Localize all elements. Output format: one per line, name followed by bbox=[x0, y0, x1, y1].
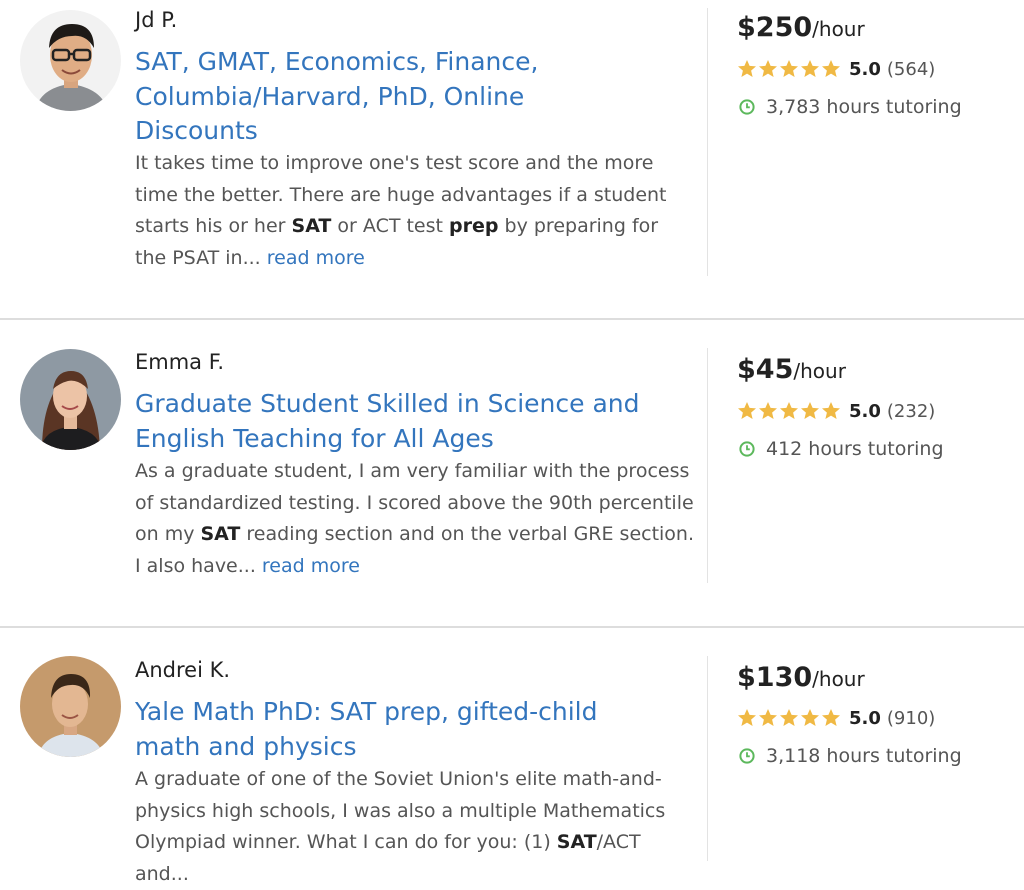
hours-text: 3,118 hours tutoring bbox=[766, 745, 962, 767]
tutoring-hours: 412 hours tutoring bbox=[739, 438, 944, 460]
column-divider bbox=[707, 348, 708, 583]
tutor-price: $45/hour bbox=[737, 354, 846, 385]
star-icon bbox=[738, 60, 756, 77]
read-more-link[interactable]: read more bbox=[262, 555, 360, 577]
star-icon bbox=[738, 402, 756, 419]
rating-score: 5.0 bbox=[849, 58, 881, 80]
star-icon bbox=[759, 402, 777, 419]
tutor-title-line[interactable]: math and physics bbox=[135, 732, 357, 761]
hours-text: 3,783 hours tutoring bbox=[766, 96, 962, 118]
tutor-title[interactable]: Graduate Student Skilled in Science and … bbox=[135, 387, 695, 456]
description-keyword: SAT bbox=[200, 523, 241, 546]
tutor-title[interactable]: Yale Math PhD: SAT prep, gifted-child ma… bbox=[135, 695, 695, 764]
description-keyword: SAT bbox=[556, 831, 597, 854]
read-more-link[interactable]: read more bbox=[267, 247, 365, 269]
star-icon bbox=[801, 709, 819, 726]
clock-icon bbox=[739, 441, 755, 457]
rating-score: 5.0 bbox=[849, 707, 881, 729]
star-icon bbox=[822, 402, 840, 419]
star-icon bbox=[780, 60, 798, 77]
star-rating bbox=[737, 708, 841, 728]
review-count: (232) bbox=[886, 400, 936, 422]
star-icon bbox=[822, 709, 840, 726]
price-amount: $45 bbox=[737, 354, 794, 385]
star-icon bbox=[801, 402, 819, 419]
tutor-rating: 5.0 (910) bbox=[737, 706, 935, 730]
description-keyword: prep bbox=[449, 215, 499, 238]
tutor-name[interactable]: Andrei K. bbox=[135, 658, 230, 682]
tutor-name[interactable]: Jd P. bbox=[135, 8, 177, 32]
tutor-description: As a graduate student, I am very familia… bbox=[135, 456, 695, 582]
star-rating bbox=[737, 401, 841, 421]
price-amount: $250 bbox=[737, 12, 813, 43]
hours-text: 412 hours tutoring bbox=[766, 438, 944, 460]
star-icon bbox=[801, 60, 819, 77]
price-unit: /hour bbox=[812, 17, 865, 41]
tutor-card: Andrei K. Yale Math PhD: SAT prep, gifte… bbox=[0, 628, 1024, 885]
clock-icon bbox=[739, 748, 755, 764]
review-count: (564) bbox=[886, 58, 936, 80]
tutor-name[interactable]: Emma F. bbox=[135, 350, 224, 374]
price-unit: /hour bbox=[812, 667, 865, 691]
tutor-avatar[interactable] bbox=[20, 10, 121, 111]
tutor-description: A graduate of one of the Soviet Union's … bbox=[135, 764, 695, 890]
column-divider bbox=[707, 8, 708, 276]
price-amount: $130 bbox=[737, 662, 813, 693]
tutor-title[interactable]: SAT, GMAT, Economics, Finance, Columbia/… bbox=[135, 45, 695, 149]
review-count: (910) bbox=[886, 707, 936, 729]
rating-score: 5.0 bbox=[849, 400, 881, 422]
tutor-rating: 5.0 (564) bbox=[737, 57, 935, 81]
tutor-card: Jd P. SAT, GMAT, Economics, Finance, Col… bbox=[0, 0, 1024, 318]
star-icon bbox=[759, 60, 777, 77]
price-unit: /hour bbox=[793, 359, 846, 383]
tutor-description: It takes time to improve one's test scor… bbox=[135, 148, 695, 274]
tutor-title-line[interactable]: Graduate Student Skilled in Science and bbox=[135, 389, 640, 418]
tutor-price: $250/hour bbox=[737, 12, 865, 43]
star-icon bbox=[759, 709, 777, 726]
tutoring-hours: 3,118 hours tutoring bbox=[739, 745, 962, 767]
tutor-title-line[interactable]: Yale Math PhD: SAT prep, gifted-child bbox=[135, 697, 598, 726]
star-rating bbox=[737, 59, 841, 79]
tutor-title-line[interactable]: Discounts bbox=[135, 116, 258, 145]
tutor-price: $130/hour bbox=[737, 662, 865, 693]
star-icon bbox=[738, 709, 756, 726]
column-divider bbox=[707, 656, 708, 861]
star-icon bbox=[822, 60, 840, 77]
tutor-title-line[interactable]: English Teaching for All Ages bbox=[135, 424, 494, 453]
description-text: or ACT test bbox=[331, 215, 450, 238]
clock-icon bbox=[739, 99, 755, 115]
star-icon bbox=[780, 709, 798, 726]
tutor-card: Emma F. Graduate Student Skilled in Scie… bbox=[0, 320, 1024, 626]
tutor-avatar[interactable] bbox=[20, 349, 121, 450]
tutoring-hours: 3,783 hours tutoring bbox=[739, 96, 962, 118]
tutor-avatar[interactable] bbox=[20, 656, 121, 757]
tutor-title-line[interactable]: Columbia/Harvard, PhD, Online bbox=[135, 82, 524, 111]
description-keyword: SAT bbox=[291, 215, 332, 238]
tutor-title-line[interactable]: SAT, GMAT, Economics, Finance, bbox=[135, 47, 538, 76]
tutor-rating: 5.0 (232) bbox=[737, 399, 935, 423]
star-icon bbox=[780, 402, 798, 419]
